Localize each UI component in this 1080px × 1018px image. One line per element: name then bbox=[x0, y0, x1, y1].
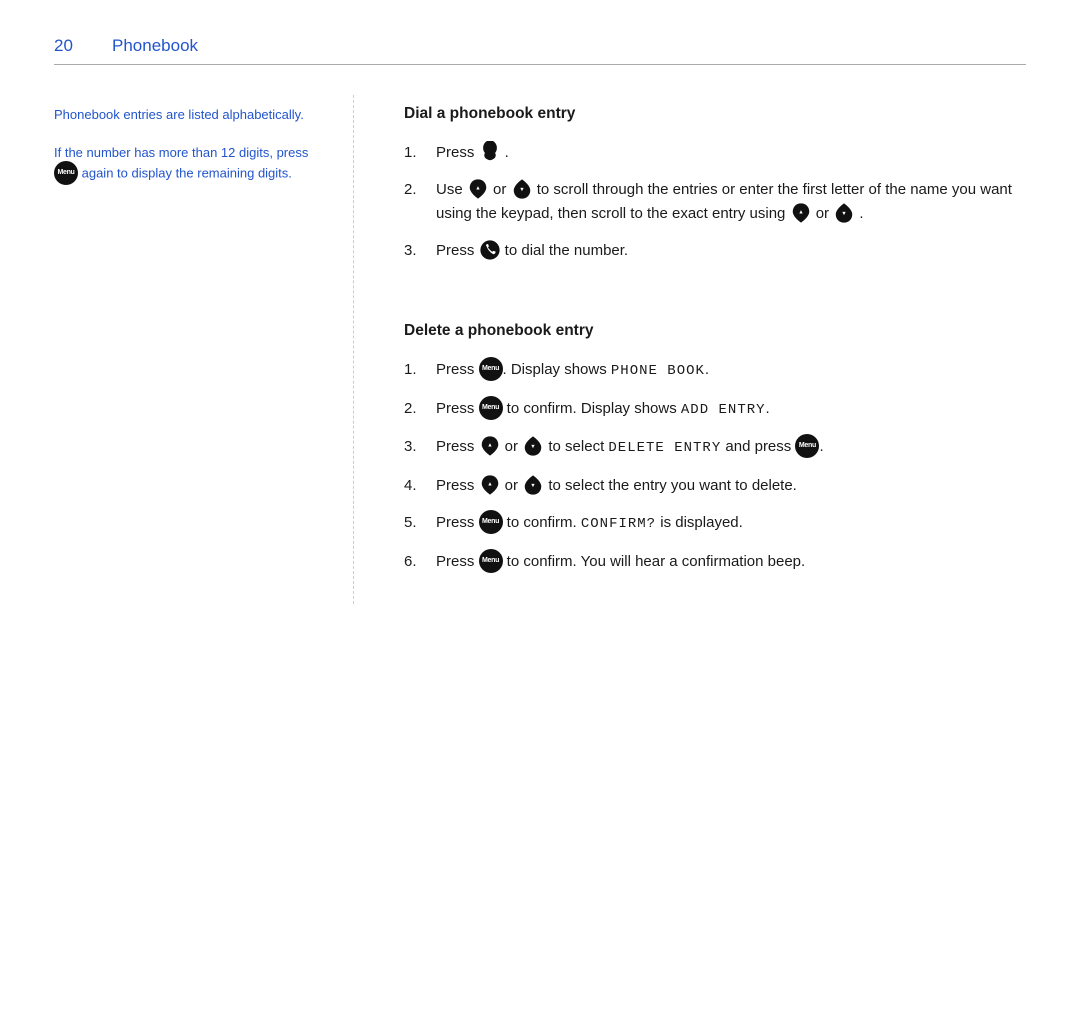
delete-step-5: 5. Press Menu to confirm. CONFIRM? is di… bbox=[404, 511, 1026, 536]
menu-icon-d5: Menu bbox=[479, 510, 503, 534]
dial-section-title: Dial a phonebook entry bbox=[404, 105, 1026, 123]
down-icon-d3: ▼ bbox=[522, 435, 544, 457]
page-title: Phonebook bbox=[112, 36, 198, 56]
display-delete-entry: DELETE ENTRY bbox=[608, 440, 721, 456]
sidebar-note-1: Phonebook entries are listed alphabetica… bbox=[54, 105, 323, 125]
step-text-d2: Press Menu to confirm. Display shows ADD… bbox=[436, 397, 1026, 422]
step-num-d2: 2. bbox=[404, 397, 432, 420]
delete-step-3: 3. Press ▲ or ▼ to bbox=[404, 435, 1026, 460]
svg-text:▼: ▼ bbox=[530, 444, 535, 450]
main-content: Dial a phonebook entry 1. Press bbox=[354, 95, 1026, 604]
step-text-1: Press . bbox=[436, 141, 1026, 164]
dial-step-2: 2. Use ▲ or ▼ to sc bbox=[404, 178, 1026, 225]
svg-text:▼: ▼ bbox=[842, 211, 847, 217]
page-number: 20 bbox=[54, 36, 84, 56]
content-area: Phonebook entries are listed alphabetica… bbox=[0, 65, 1080, 634]
up-icon-d4: ▲ bbox=[479, 474, 501, 496]
up-icon-2: ▲ bbox=[790, 202, 812, 224]
delete-step-2: 2. Press Menu to confirm. Display shows … bbox=[404, 397, 1026, 422]
up-icon-d3: ▲ bbox=[479, 435, 501, 457]
delete-steps-list: 1. Press Menu. Display shows PHONE BOOK.… bbox=[404, 358, 1026, 574]
menu-icon-sidebar: Menu bbox=[54, 161, 78, 185]
call-icon bbox=[479, 239, 501, 261]
display-phone-book: PHONE BOOK bbox=[611, 363, 705, 379]
dial-steps-list: 1. Press . bbox=[404, 141, 1026, 262]
display-add-entry: ADD ENTRY bbox=[681, 402, 766, 418]
delete-step-6: 6. Press Menu to confirm. You will hear … bbox=[404, 550, 1026, 574]
phone-icon-1 bbox=[479, 141, 501, 163]
menu-icon-d2: Menu bbox=[479, 396, 503, 420]
step-num-1: 1. bbox=[404, 141, 432, 164]
step-num-d1: 1. bbox=[404, 358, 432, 381]
step-num-d5: 5. bbox=[404, 511, 432, 534]
svg-text:▼: ▼ bbox=[519, 187, 524, 193]
display-confirm: CONFIRM? bbox=[581, 516, 656, 532]
step-num-d6: 6. bbox=[404, 550, 432, 573]
sidebar: Phonebook entries are listed alphabetica… bbox=[54, 95, 354, 604]
delete-section: Delete a phonebook entry 1. Press Menu. … bbox=[404, 322, 1026, 574]
menu-icon-d6: Menu bbox=[479, 549, 503, 573]
step-text-d5: Press Menu to confirm. CONFIRM? is displ… bbox=[436, 511, 1026, 536]
up-icon-1: ▲ bbox=[467, 178, 489, 200]
menu-icon-d3: Menu bbox=[795, 434, 819, 458]
step-text-3: Press to dial the number. bbox=[436, 239, 1026, 262]
delete-step-1: 1. Press Menu. Display shows PHONE BOOK. bbox=[404, 358, 1026, 383]
menu-icon-d1: Menu bbox=[479, 357, 503, 381]
down-icon-d4: ▼ bbox=[522, 474, 544, 496]
step-num-2: 2. bbox=[404, 178, 432, 201]
svg-text:▲: ▲ bbox=[487, 482, 492, 488]
sidebar-note-2: If the number has more than 12 digits, p… bbox=[54, 143, 323, 187]
svg-text:▲: ▲ bbox=[487, 443, 492, 449]
page: 20 Phonebook Phonebook entries are liste… bbox=[0, 0, 1080, 1018]
dial-step-3: 3. Press to dial the number. bbox=[404, 239, 1026, 262]
page-header: 20 Phonebook bbox=[0, 0, 1080, 56]
delete-section-title: Delete a phonebook entry bbox=[404, 322, 1026, 340]
svg-text:▲: ▲ bbox=[475, 186, 480, 192]
down-icon-1: ▼ bbox=[511, 178, 533, 200]
section-gap bbox=[404, 292, 1026, 312]
step-text-d1: Press Menu. Display shows PHONE BOOK. bbox=[436, 358, 1026, 383]
step-num-d4: 4. bbox=[404, 474, 432, 497]
step-num-d3: 3. bbox=[404, 435, 432, 458]
step-text-d6: Press Menu to confirm. You will hear a c… bbox=[436, 550, 1026, 574]
step-num-3: 3. bbox=[404, 239, 432, 262]
svg-text:▲: ▲ bbox=[798, 209, 803, 215]
dial-step-1: 1. Press . bbox=[404, 141, 1026, 164]
down-icon-2: ▼ bbox=[833, 202, 855, 224]
delete-step-4: 4. Press ▲ or ▼ to bbox=[404, 474, 1026, 497]
svg-text:▼: ▼ bbox=[530, 483, 535, 489]
step-text-d3: Press ▲ or ▼ to select DELETE ENTRY and … bbox=[436, 435, 1026, 460]
step-text-2: Use ▲ or ▼ to scroll through the entries… bbox=[436, 178, 1026, 225]
step-text-d4: Press ▲ or ▼ to select the entry you wan… bbox=[436, 474, 1026, 497]
dial-section: Dial a phonebook entry 1. Press bbox=[404, 105, 1026, 262]
